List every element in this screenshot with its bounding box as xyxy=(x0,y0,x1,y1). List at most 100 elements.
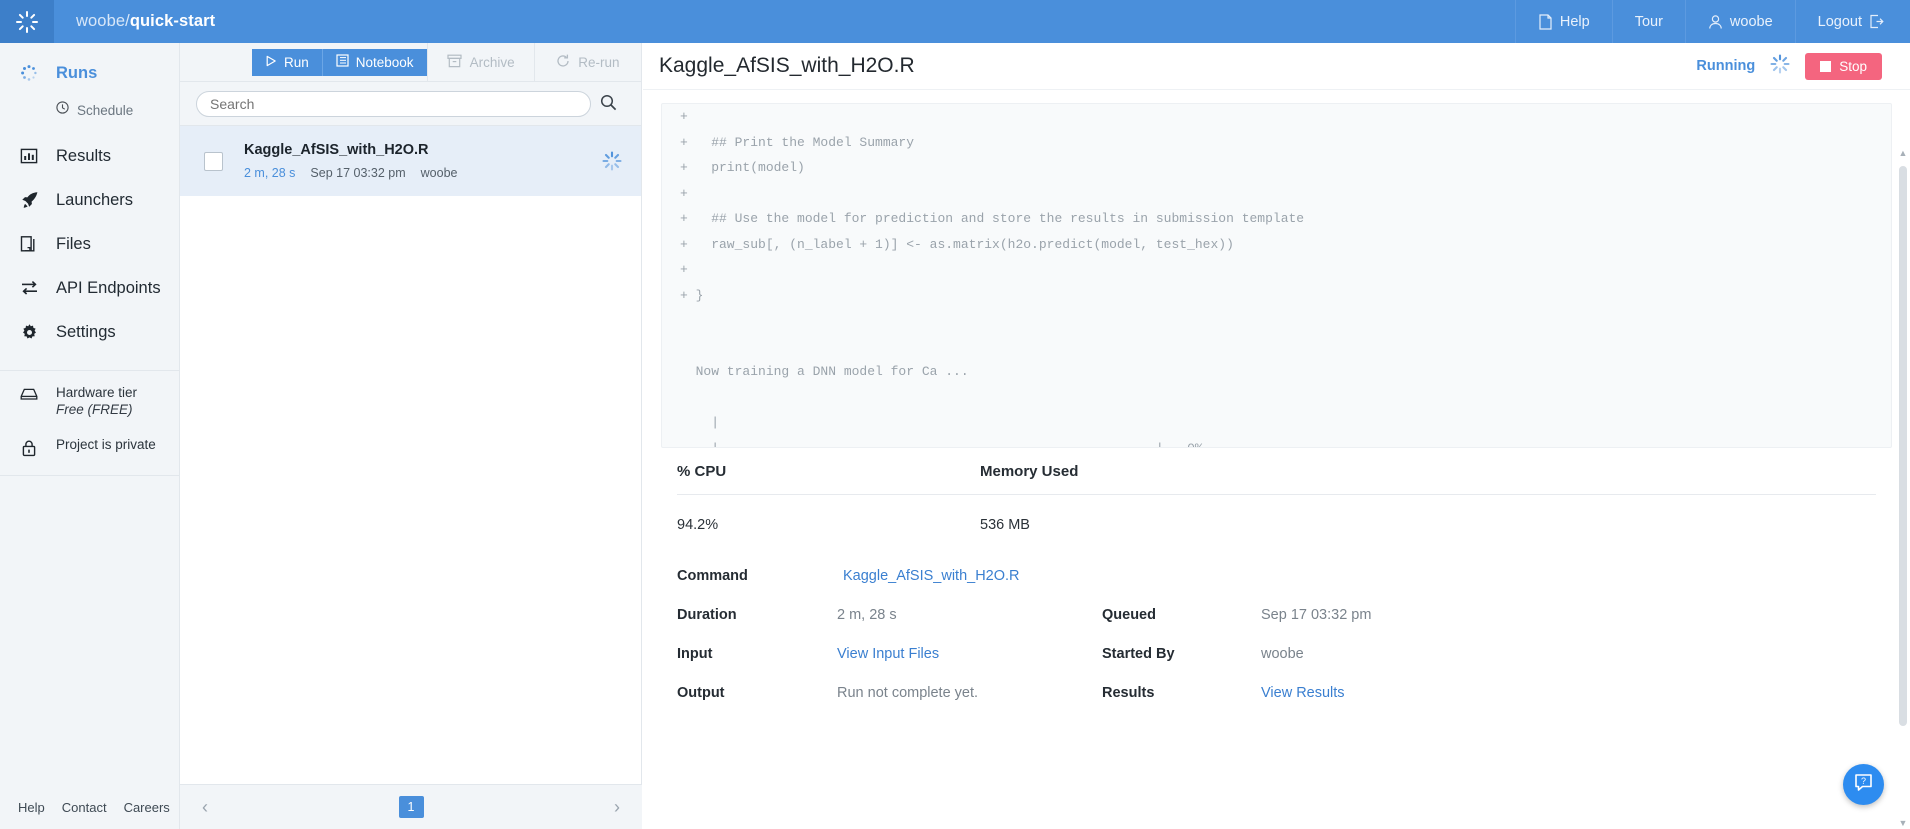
pagination-next-icon[interactable]: › xyxy=(602,792,632,822)
label-output: Output xyxy=(677,684,725,701)
archive-button[interactable]: Archive xyxy=(426,42,534,82)
sidebar-hardware-text: Hardware tier Free (FREE) xyxy=(56,385,137,419)
book-icon xyxy=(1538,13,1553,30)
footer-careers-link[interactable]: Careers xyxy=(124,800,170,815)
run-list-item[interactable]: Kaggle_AfSIS_with_H2O.R 2 m, 28 s Sep 17… xyxy=(180,126,641,196)
console-output-text: + + ## Print the Model Summary + print(m… xyxy=(680,109,1305,448)
notebook-button-label: Notebook xyxy=(355,54,414,70)
sidebar-item-files[interactable]: Files xyxy=(0,222,179,266)
app-logo[interactable] xyxy=(0,0,54,43)
run-select-checkbox[interactable] xyxy=(204,151,223,171)
topnav-help[interactable]: Help xyxy=(1514,0,1612,43)
stop-button-label: Stop xyxy=(1839,58,1867,74)
runs-pagination: ‹ 1 › xyxy=(180,784,642,829)
value-input: View Input Files xyxy=(837,646,1102,662)
play-icon xyxy=(265,55,277,70)
footer-help-link[interactable]: Help xyxy=(18,800,45,815)
topnav-logout[interactable]: Logout xyxy=(1794,0,1910,43)
sidebar-hardware-tier[interactable]: Hardware tier Free (FREE) xyxy=(0,385,179,419)
sidebar: Runs Schedule Results Launchers Files AP… xyxy=(0,43,202,829)
run-item-spinner-icon xyxy=(601,150,623,172)
runs-search-bar xyxy=(180,82,641,126)
label-command: Command xyxy=(677,567,748,584)
sidebar-item-launchers-label: Launchers xyxy=(56,190,134,209)
stats-header-cpu: % CPU xyxy=(677,463,727,480)
run-item-subline: 2 m, 28 s Sep 17 03:32 pm woobe xyxy=(244,166,601,180)
detail-scrollbar[interactable]: ▲ ▼ xyxy=(1898,148,1908,828)
view-results-link[interactable]: View Results xyxy=(1261,685,1345,701)
top-nav: Help Tour woobe Logout xyxy=(1514,0,1910,43)
run-info-table: Command Kaggle_AfSIS_with_H2O.R Duration… xyxy=(661,556,1892,712)
hardware-value: Free (FREE) xyxy=(56,401,133,417)
lock-icon xyxy=(18,437,40,457)
stop-square-icon xyxy=(1820,60,1832,72)
run-item-user: woobe xyxy=(420,166,458,180)
resource-stats-table: % CPU Memory Used 94.2% 536 MB xyxy=(661,448,1892,533)
sidebar-item-runs-label: Runs xyxy=(56,63,98,82)
sidebar-item-schedule[interactable]: Schedule xyxy=(0,95,179,125)
pagination-page-1[interactable]: 1 xyxy=(398,796,424,818)
status-spinner-icon xyxy=(1769,53,1791,80)
topnav-logout-label: Logout xyxy=(1817,13,1862,30)
console-output[interactable]: + + ## Print the Model Summary + print(m… xyxy=(661,103,1892,448)
runs-column: Run Notebook Archive Re-run Search Kaggl… xyxy=(180,42,642,829)
spinner-logo-icon xyxy=(14,9,40,35)
run-info-row-command: Command Kaggle_AfSIS_with_H2O.R xyxy=(677,556,1876,595)
value-duration: 2 m, 28 s xyxy=(837,606,897,623)
svg-text:?: ? xyxy=(1861,776,1866,786)
scroll-down-icon[interactable]: ▼ xyxy=(1898,816,1908,829)
value-queued: Sep 17 03:32 pm xyxy=(1261,606,1372,623)
footer-contact-link[interactable]: Contact xyxy=(62,800,107,815)
topnav-tour-label: Tour xyxy=(1634,13,1663,30)
sidebar-project-privacy[interactable]: Project is private xyxy=(0,437,179,457)
sidebar-item-results[interactable]: Results xyxy=(0,134,179,178)
value-command: Kaggle_AfSIS_with_H2O.R xyxy=(837,568,1102,584)
sidebar-item-settings-label: Settings xyxy=(56,322,116,341)
archive-button-label: Archive xyxy=(469,54,515,70)
topnav-tour[interactable]: Tour xyxy=(1611,0,1685,43)
value-results: View Results xyxy=(1261,685,1345,701)
hardware-icon xyxy=(18,385,40,401)
view-input-files-link[interactable]: View Input Files xyxy=(837,646,939,662)
search-icon xyxy=(600,94,617,114)
logout-icon xyxy=(1869,14,1884,29)
files-icon xyxy=(18,235,40,253)
value-started-by: woobe xyxy=(1261,645,1304,662)
run-info-row-output: Output Run not complete yet. Results Vie… xyxy=(677,673,1876,712)
run-button[interactable]: Run xyxy=(252,48,322,76)
chart-icon xyxy=(18,147,40,165)
sidebar-item-api-endpoints-label: API Endpoints xyxy=(56,278,161,297)
run-detail-panel: Kaggle_AfSIS_with_H2O.R Running Stop + +… xyxy=(643,43,1910,829)
breadcrumb-project[interactable]: quick-start xyxy=(130,12,215,31)
clock-icon xyxy=(56,101,69,119)
sidebar-item-schedule-label: Schedule xyxy=(77,102,134,118)
topnav-user[interactable]: woobe xyxy=(1684,0,1795,43)
scrollbar-thumb[interactable] xyxy=(1899,166,1907,726)
hardware-title: Hardware tier xyxy=(56,385,138,400)
topnav-user-label: woobe xyxy=(1729,13,1773,30)
notebook-icon xyxy=(336,54,349,70)
breadcrumb-owner[interactable]: woobe xyxy=(76,12,125,31)
page-title: Kaggle_AfSIS_with_H2O.R xyxy=(659,54,915,77)
search-button[interactable] xyxy=(591,91,625,117)
sidebar-divider-1 xyxy=(0,370,179,371)
scroll-up-icon[interactable]: ▲ xyxy=(1898,146,1908,160)
help-chat-button[interactable]: ? xyxy=(1843,764,1884,805)
sidebar-item-settings[interactable]: Settings xyxy=(0,310,179,354)
spinner-icon xyxy=(18,64,40,82)
stop-button[interactable]: Stop xyxy=(1805,52,1882,80)
command-link[interactable]: Kaggle_AfSIS_with_H2O.R xyxy=(843,568,1020,584)
sidebar-item-runs[interactable]: Runs xyxy=(0,51,179,95)
rerun-button[interactable]: Re-run xyxy=(533,42,641,82)
search-input[interactable] xyxy=(196,90,591,117)
topnav-help-label: Help xyxy=(1559,13,1590,30)
sidebar-item-launchers[interactable]: Launchers xyxy=(0,178,179,222)
sidebar-divider-2 xyxy=(0,474,179,476)
notebook-button[interactable]: Notebook xyxy=(321,48,427,76)
top-bar: woobe / quick-start Help Tour woobe Logo… xyxy=(0,0,1910,43)
run-info-row-input: Input View Input Files Started By woobe xyxy=(677,634,1876,673)
pagination-prev-icon[interactable]: ‹ xyxy=(190,792,220,822)
breadcrumb[interactable]: woobe / quick-start xyxy=(54,0,215,43)
sidebar-item-api-endpoints[interactable]: API Endpoints xyxy=(0,266,179,310)
question-chat-icon: ? xyxy=(1853,772,1874,798)
